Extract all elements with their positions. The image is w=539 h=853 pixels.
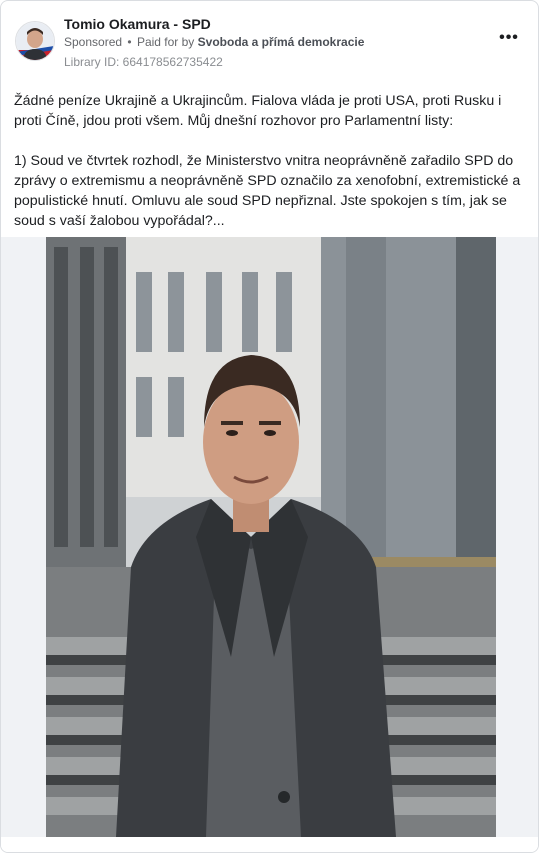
post-paragraph-2: 1) Soud ve čtvrtek rozhodl, že Ministers… <box>14 153 521 229</box>
separator-dot: • <box>127 35 132 49</box>
card-footer <box>1 837 538 852</box>
page-avatar[interactable] <box>15 21 55 61</box>
post-paragraph-1: Žádné peníze Ukrajině a Ukrajincům. Fial… <box>14 93 502 129</box>
paid-for-by-label: Paid for by <box>136 35 195 49</box>
post-header: Tomio Okamura - SPD Sponsored • Paid for… <box>13 13 526 73</box>
sponsored-line: Sponsored • Paid for by Svoboda a přímá … <box>64 35 364 49</box>
post-text: Žádné peníze Ukrajině a Ukrajincům. Fial… <box>14 91 524 231</box>
avatar-image <box>16 22 54 60</box>
sponsored-label: Sponsored <box>64 35 123 49</box>
sponsor-name[interactable]: Svoboda a přímá demokracie <box>198 35 365 49</box>
library-id: Library ID: 664178562735422 <box>64 55 223 69</box>
more-options-icon[interactable]: ••• <box>498 30 520 47</box>
post-media[interactable] <box>1 237 538 837</box>
post-photo[interactable] <box>46 237 496 837</box>
page-name[interactable]: Tomio Okamura - SPD <box>64 16 211 32</box>
ad-card: Tomio Okamura - SPD Sponsored • Paid for… <box>0 0 539 853</box>
